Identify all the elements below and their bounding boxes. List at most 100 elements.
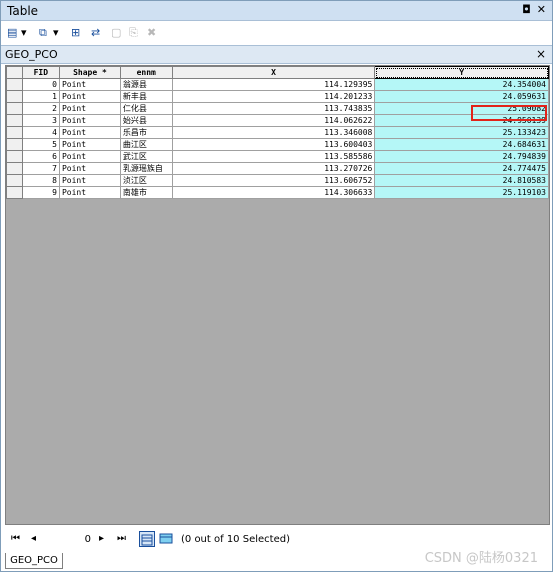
x-cell[interactable]: 114.129395 xyxy=(171,78,376,91)
select-by-attributes-icon[interactable]: ⊞ xyxy=(71,26,80,40)
first-record-icon[interactable]: ⏮ xyxy=(11,533,20,544)
x-cell[interactable]: 114.062622 xyxy=(171,114,376,127)
title-bar: Table ◘ ✕ xyxy=(1,1,552,21)
x-cell[interactable]: 114.201233 xyxy=(171,90,376,103)
column-header-shape[interactable]: Shape * xyxy=(58,66,121,79)
x-cell[interactable]: 113.585586 xyxy=(171,150,376,163)
fid-cell[interactable]: 7 xyxy=(21,162,60,175)
x-cell[interactable]: 113.346008 xyxy=(171,126,376,139)
table-options-icon[interactable]: ▤ xyxy=(7,26,17,40)
fid-cell[interactable]: 0 xyxy=(21,78,60,91)
row-selector[interactable] xyxy=(6,174,23,187)
current-record-field[interactable]: 0 xyxy=(51,532,91,548)
row-selector[interactable] xyxy=(6,78,23,91)
x-cell[interactable]: 113.600403 xyxy=(171,138,376,151)
row-selector[interactable] xyxy=(6,162,23,175)
ennm-cell[interactable]: 翁源县 xyxy=(119,78,173,91)
table-row[interactable]: 8 Point 浈江区 113.606752 24.810583 xyxy=(6,174,549,187)
x-cell[interactable]: 113.743835 xyxy=(171,102,376,115)
shape-cell[interactable]: Point xyxy=(58,126,121,139)
y-cell[interactable]: 25.133423 xyxy=(374,126,549,139)
row-selector[interactable] xyxy=(6,138,23,151)
shape-cell[interactable]: Point xyxy=(58,174,121,187)
table-options-dropdown-icon[interactable]: ▾ xyxy=(21,26,27,40)
shape-cell[interactable]: Point xyxy=(58,114,121,127)
auto-hide-pin-icon[interactable]: ◘ xyxy=(522,3,531,16)
y-cell[interactable]: 24.794839 xyxy=(374,150,549,163)
table-row[interactable]: 7 Point 乳源瑶族自 113.270726 24.774475 xyxy=(6,162,549,175)
fid-cell[interactable]: 6 xyxy=(21,150,60,163)
shape-cell[interactable]: Point xyxy=(58,150,121,163)
ennm-cell[interactable]: 浈江区 xyxy=(119,174,173,187)
row-selector[interactable] xyxy=(6,114,23,127)
fid-cell[interactable]: 8 xyxy=(21,174,60,187)
ennm-cell[interactable]: 武江区 xyxy=(119,150,173,163)
row-selector[interactable] xyxy=(6,102,23,115)
table-row[interactable]: 3 Point 始兴县 114.062622 24.950139 xyxy=(6,114,549,127)
y-cell[interactable]: 25.119103 xyxy=(374,186,549,199)
watermark: CSDN @陆杨0321 xyxy=(424,551,538,566)
ennm-cell[interactable]: 仁化县 xyxy=(119,102,173,115)
table-row[interactable]: 6 Point 武江区 113.585586 24.794839 xyxy=(6,150,549,163)
y-cell[interactable]: 24.810583 xyxy=(374,174,549,187)
row-selector[interactable] xyxy=(6,126,23,139)
y-cell[interactable]: 24.059631 xyxy=(374,90,549,103)
switch-selection-icon[interactable]: ⇄ xyxy=(91,26,100,40)
ennm-cell[interactable]: 乳源瑶族自 xyxy=(119,162,173,175)
related-tables-dropdown-icon[interactable]: ▾ xyxy=(53,26,59,40)
shape-cell[interactable]: Point xyxy=(58,78,121,91)
fid-cell[interactable]: 9 xyxy=(21,186,60,199)
ennm-cell[interactable]: 新丰县 xyxy=(119,90,173,103)
column-header-x[interactable]: X xyxy=(171,66,376,79)
table-row[interactable]: 1 Point 新丰县 114.201233 24.059631 xyxy=(6,90,549,103)
close-tab-icon[interactable]: × xyxy=(536,47,546,61)
table-row[interactable]: 0 Point 翁源县 114.129395 24.354004 xyxy=(6,78,549,91)
shape-cell[interactable]: Point xyxy=(58,102,121,115)
column-header-fid[interactable]: FID xyxy=(21,66,60,79)
shape-cell[interactable]: Point xyxy=(58,90,121,103)
fid-cell[interactable]: 4 xyxy=(21,126,60,139)
ennm-cell[interactable]: 始兴县 xyxy=(119,114,173,127)
y-cell[interactable]: 24.774475 xyxy=(374,162,549,175)
row-selector[interactable] xyxy=(6,186,23,199)
row-selector[interactable] xyxy=(6,90,23,103)
x-cell[interactable]: 114.306633 xyxy=(171,186,376,199)
close-window-icon[interactable]: ✕ xyxy=(537,3,546,16)
ennm-cell[interactable]: 曲江区 xyxy=(119,138,173,151)
attribute-grid-area[interactable]: FID Shape * ennm X Y 0 Point 翁源县 114.129… xyxy=(5,65,550,525)
column-header-ennm[interactable]: ennm xyxy=(119,66,173,79)
y-cell[interactable]: 24.684631 xyxy=(374,138,549,151)
show-all-records-icon[interactable] xyxy=(139,531,155,547)
fid-cell[interactable]: 5 xyxy=(21,138,60,151)
next-record-icon[interactable]: ▸ xyxy=(99,533,104,544)
fid-cell[interactable]: 2 xyxy=(21,102,60,115)
last-record-icon[interactable]: ⏭ xyxy=(117,533,126,544)
table-row[interactable]: 9 Point 南雄市 114.306633 25.119103 xyxy=(6,186,549,199)
previous-record-icon[interactable]: ◂ xyxy=(31,533,36,544)
delete-selected-icon[interactable]: ✖ xyxy=(147,26,156,40)
shape-cell[interactable]: Point xyxy=(58,138,121,151)
zoom-to-selected-icon[interactable]: ⎘ xyxy=(129,26,138,40)
ennm-cell[interactable]: 南雄市 xyxy=(119,186,173,199)
row-selector[interactable] xyxy=(6,150,23,163)
bottom-table-tab[interactable]: GEO_PCO xyxy=(5,553,63,569)
x-cell[interactable]: 113.606752 xyxy=(171,174,376,187)
fid-cell[interactable]: 3 xyxy=(21,114,60,127)
table-window: Table ◘ ✕ ▤ ▾ ⧉ ▾ ⊞ ⇄ ▢ ⎘ ✖ GEO_PCO × FI… xyxy=(0,0,553,572)
highlight-annotation-box xyxy=(471,105,547,121)
table-tab-label[interactable]: GEO_PCO xyxy=(5,48,58,61)
clear-selection-icon[interactable]: ▢ xyxy=(111,26,121,40)
fid-cell[interactable]: 1 xyxy=(21,90,60,103)
table-row[interactable]: 2 Point 仁化县 113.743835 25.09082 xyxy=(6,102,549,115)
row-selector-header[interactable] xyxy=(6,66,23,79)
show-selected-records-icon[interactable] xyxy=(159,531,175,547)
y-cell[interactable]: 24.354004 xyxy=(374,78,549,91)
table-row[interactable]: 5 Point 曲江区 113.600403 24.684631 xyxy=(6,138,549,151)
table-row[interactable]: 4 Point 乐昌市 113.346008 25.133423 xyxy=(6,126,549,139)
ennm-cell[interactable]: 乐昌市 xyxy=(119,126,173,139)
shape-cell[interactable]: Point xyxy=(58,186,121,199)
related-tables-icon[interactable]: ⧉ xyxy=(39,26,47,40)
x-cell[interactable]: 113.270726 xyxy=(171,162,376,175)
shape-cell[interactable]: Point xyxy=(58,162,121,175)
column-header-y[interactable]: Y xyxy=(374,66,549,79)
